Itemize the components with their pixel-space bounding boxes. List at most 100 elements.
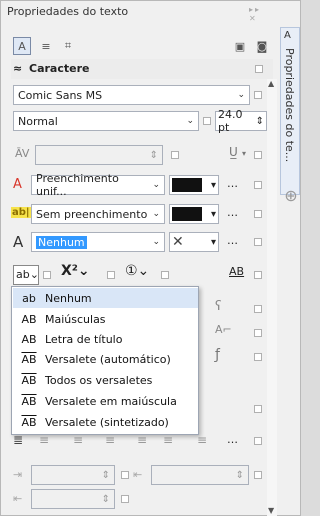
background-color-picker[interactable]: ▾ — [169, 204, 219, 224]
underline-option[interactable] — [254, 151, 262, 159]
indent-right-field: ⇕ — [151, 465, 249, 485]
outline-select[interactable]: Nenhum ⌄ — [31, 232, 165, 252]
indent-first-option[interactable] — [121, 471, 129, 479]
docked-tab-label: Propriedades do te... — [283, 48, 296, 163]
distribute-icon[interactable]: ≡ — [197, 433, 207, 447]
strikethrough-option[interactable] — [254, 271, 262, 279]
text-fill-icon: A — [13, 177, 22, 192]
glyph-icon[interactable]: ʕ — [215, 299, 222, 314]
section-header[interactable]: ≈ Caractere — [11, 59, 273, 79]
ligature-icon[interactable]: ①⌄ — [125, 263, 149, 279]
force-justify-icon[interactable]: ≡ — [163, 433, 173, 447]
chevron-down-icon: ▾ — [210, 208, 216, 220]
paragraph-option[interactable] — [254, 405, 262, 413]
strikethrough-icon[interactable]: AB — [229, 265, 244, 278]
indent-left-option[interactable] — [121, 495, 129, 503]
font-style-option[interactable] — [203, 117, 211, 125]
dropdown-item[interactable]: AB Versalete em maiúscula — [13, 391, 198, 411]
more-options-icon[interactable]: … — [227, 206, 238, 219]
scroll-up-icon[interactable]: ▲ — [268, 79, 274, 88]
font-style-select[interactable]: Normal ⌄ — [13, 111, 199, 131]
capitalization-button[interactable]: ab⌄ — [13, 265, 39, 285]
indent-right-option[interactable] — [254, 471, 262, 479]
underline-icon[interactable]: U̲ — [229, 145, 238, 159]
text-fill-option[interactable] — [254, 181, 262, 189]
kerning-option[interactable] — [171, 151, 179, 159]
uppercase-icon: AB — [21, 312, 37, 326]
spinner-icon: ⇕ — [235, 469, 244, 481]
alternate-icon[interactable]: A⌐ — [215, 323, 232, 336]
color-swatch — [172, 207, 202, 221]
color-swatch — [172, 178, 202, 192]
docked-tab[interactable]: A Propriedades do te... — [280, 27, 300, 195]
dropdown-item-label: Letra de título — [45, 332, 123, 346]
spinner-icon: ⇕ — [149, 149, 158, 161]
chevron-down-icon: ⌄ — [186, 116, 194, 126]
section-title: Caractere — [29, 62, 90, 75]
more-options-icon[interactable]: … — [227, 177, 238, 190]
section-option-box[interactable] — [255, 65, 263, 73]
dropdown-item-label: Versalete em maiúscula — [45, 394, 177, 408]
chevron-down-icon: ⌄ — [152, 180, 160, 190]
align-left-icon[interactable]: ≣ — [13, 433, 23, 447]
title-case-icon: AB — [21, 332, 37, 346]
background-fill-select[interactable]: Sem preenchimento ⌄ — [31, 204, 165, 224]
text-fill-select[interactable]: Preenchimento unif... ⌄ — [31, 172, 165, 198]
dropdown-item[interactable]: AB Letra de título — [13, 329, 198, 349]
scroll-down-icon[interactable]: ▼ — [268, 506, 274, 515]
dropdown-item[interactable]: AB Versalete (sintetizado) — [13, 412, 198, 432]
chevron-down-icon: ⌄ — [237, 90, 245, 100]
dropdown-item[interactable]: AB Maiúsculas — [13, 309, 198, 329]
kerning-field: ⇕ — [35, 145, 163, 165]
indent-first-icon: ⇥ — [13, 468, 23, 481]
outline-color-picker[interactable]: ✕ ▾ — [169, 232, 219, 252]
spinner-icon: ⇕ — [101, 469, 110, 481]
collapse-icon[interactable]: ≈ — [13, 62, 22, 75]
spinner-icon[interactable]: ⇕ — [256, 116, 264, 127]
dropdown-item[interactable]: ab Nenhum — [13, 288, 198, 308]
no-color-icon: ✕ — [172, 234, 184, 250]
chevron-down-icon: ▾ — [210, 179, 216, 191]
font-family-option[interactable] — [254, 91, 262, 99]
settings-icon[interactable]: ◙ — [253, 37, 271, 55]
dropdown-item-label: Maiúsculas — [45, 312, 106, 326]
swash-icon[interactable]: ƒ — [215, 347, 220, 363]
more-options-icon[interactable]: … — [227, 234, 238, 247]
justify-icon[interactable]: ≡ — [137, 433, 147, 447]
paragraph-tab-icon[interactable]: ≡ — [37, 37, 55, 55]
superscript-icon[interactable]: X²⌄ — [61, 263, 90, 279]
align-center-icon[interactable]: ≡ — [73, 433, 83, 447]
swash-option[interactable] — [254, 353, 262, 361]
indent-left-icon: ⇤ — [13, 492, 23, 505]
small-caps-from-caps-icon: AB — [21, 394, 37, 408]
character-tab-icon[interactable]: A — [13, 37, 31, 55]
font-family-select[interactable]: Comic Sans MS ⌄ — [13, 85, 250, 105]
indent-first-field: ⇕ — [31, 465, 115, 485]
text-fill-color-picker[interactable]: ▾ — [169, 175, 219, 195]
glyph-option[interactable] — [254, 305, 262, 313]
background-fill-option[interactable] — [254, 210, 262, 218]
add-dock-icon[interactable]: ⊕ — [282, 187, 300, 205]
alternate-option[interactable] — [254, 329, 262, 337]
outline-option[interactable] — [254, 238, 262, 246]
vertical-scrollbar[interactable]: ▲ ▼ — [267, 79, 277, 516]
spinner-icon: ⇕ — [101, 493, 110, 505]
font-style-value: Normal — [18, 114, 58, 128]
dropdown-item[interactable]: AB Todos os versaletes — [13, 370, 198, 390]
more-options-icon[interactable]: … — [227, 433, 238, 446]
ligature-option[interactable] — [161, 271, 169, 279]
frame-tab-icon[interactable]: ⌗ — [59, 37, 77, 55]
font-size-field[interactable]: 24.0 pt ⇕ — [215, 108, 267, 134]
panel-controls-icon[interactable]: ▸▸ ✕ — [249, 5, 273, 23]
font-size-value: 24.0 pt — [218, 108, 243, 134]
align-right-icon[interactable]: ≡ — [105, 433, 115, 447]
alignment-option[interactable] — [254, 437, 262, 445]
dropdown-item[interactable]: AB Versalete (automático) — [13, 349, 198, 369]
capitalization-option[interactable] — [43, 271, 51, 279]
font-family-value: Comic Sans MS — [18, 88, 103, 102]
align-left-icon[interactable]: ≡ — [39, 433, 49, 447]
position-option[interactable] — [107, 271, 115, 279]
toggle-panel-icon[interactable]: ▣ — [231, 37, 249, 55]
outline-icon: A — [13, 233, 24, 251]
chevron-down-icon[interactable]: ▾ — [242, 149, 246, 158]
